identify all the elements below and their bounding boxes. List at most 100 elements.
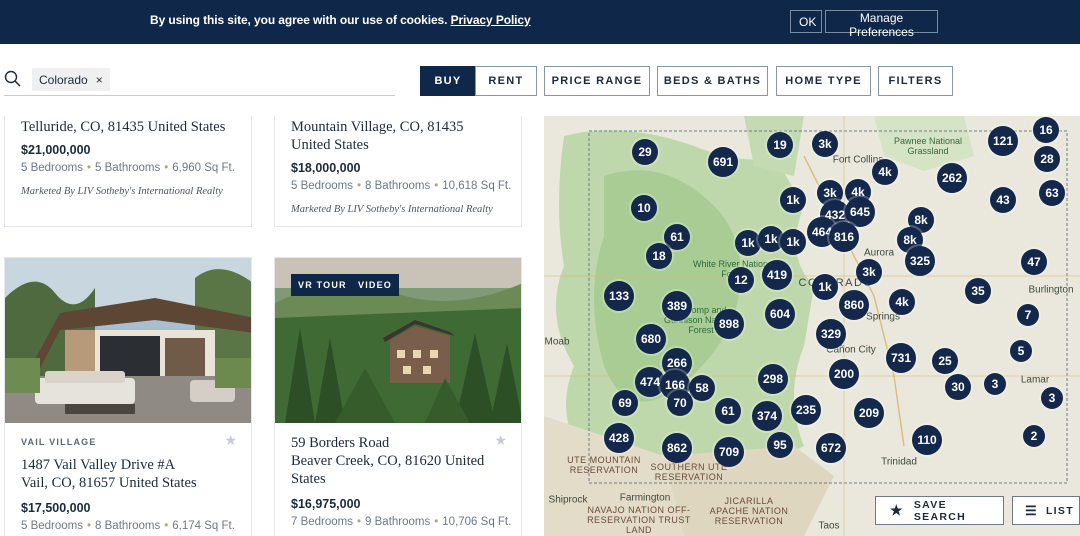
rent-tab[interactable]: RENT [475,66,537,96]
list-view-button[interactable]: ☰ LIST [1012,496,1080,525]
map-cluster-marker[interactable]: 680 [636,324,666,354]
map-cluster-marker[interactable]: 3k [812,131,838,157]
map-cluster-marker[interactable]: 3 [984,373,1006,395]
map-label-shiprock: Shiprock [548,494,588,506]
remove-chip-icon[interactable]: × [96,73,103,87]
map-cluster-marker[interactable]: 862 [662,433,692,463]
listing-address: 59 Borders Road Beaver Creek, CO, 81620 … [291,434,484,488]
map-cluster-marker[interactable]: 200 [829,359,859,389]
map-cluster-marker[interactable]: 262 [937,163,967,193]
map-cluster-marker[interactable]: 10 [631,195,657,221]
map-cluster-marker[interactable]: 7 [1017,304,1039,326]
filters-button[interactable]: FILTERS [878,66,953,96]
manage-preferences-button[interactable]: Manage Preferences [825,10,938,39]
map-cluster-marker[interactable]: 19 [767,132,793,158]
map-cluster-marker[interactable]: 2 [1023,425,1045,447]
map-cluster-marker[interactable]: 816 [829,222,859,252]
listing-card[interactable]: VR TOUR VIDEO ★ 59 Borders Road Beaver C… [274,257,522,536]
map-cluster-marker[interactable]: 18 [646,243,672,269]
beds-baths-button[interactable]: BEDS & BATHS [657,66,768,96]
map-cluster-marker[interactable]: 325 [905,246,935,276]
listing-specs: 5 Bedrooms • 8 Bathrooms • 6,174 Sq Ft. [21,520,235,532]
cookie-ok-button[interactable]: OK [790,10,822,33]
map-cluster-marker[interactable]: 12 [728,267,754,293]
map-cluster-marker[interactable]: 29 [632,139,658,165]
map-cluster-marker[interactable]: 61 [715,398,741,424]
sqft-value: 10,618 Sq Ft. [442,180,512,192]
map-cluster-marker[interactable]: 898 [714,309,744,339]
listings-panel: Telluride, CO, 81435 United States $21,0… [0,116,544,536]
map-cluster-marker[interactable]: 35 [965,278,991,304]
map-cluster-marker[interactable]: 70 [667,390,693,416]
map-cluster-marker[interactable]: 63 [1039,180,1065,206]
map-cluster-marker[interactable]: 374 [752,401,782,431]
favorite-star-icon[interactable]: ★ [494,432,507,449]
listing-address: 1487 Vail Valley Drive #A Vail, CO, 8165… [21,456,197,492]
listing-card[interactable]: Mountain Village, CO, 81435 United State… [274,116,522,227]
baths-count: 5 Bathrooms [95,162,161,174]
map-cluster-marker[interactable]: 95 [767,432,793,458]
map-label-navajo: NAVAJO NATION OFF-RESERVATION TRUST LAND [587,505,691,535]
vr-tour-badge[interactable]: VR TOUR [291,274,354,296]
price-range-button[interactable]: PRICE RANGE [544,66,650,96]
home-type-button[interactable]: HOME TYPE [776,66,871,96]
sqft-value: 10,706 Sq Ft. [442,516,512,528]
map-cluster-marker[interactable]: 329 [816,319,846,349]
map-label-trinidad: Trinidad [881,456,917,468]
favorite-star-icon[interactable]: ★ [224,432,237,449]
map-cluster-marker[interactable]: 419 [762,260,792,290]
map-cluster-marker[interactable]: 30 [945,374,971,400]
location-chip: Colorado × [32,68,110,91]
map-cluster-marker[interactable]: 604 [765,299,795,329]
listing-price: $21,000,000 [21,143,91,157]
beds-count: 7 Bedrooms [291,516,354,528]
map-cluster-marker[interactable]: 43 [990,187,1016,213]
video-badge[interactable]: VIDEO [351,274,400,296]
baths-count: 8 Bathrooms [95,520,161,532]
location-chip-label: Colorado [39,73,88,87]
map-cluster-marker[interactable]: 1k [780,229,806,255]
map-cluster-marker[interactable]: 389 [662,291,692,321]
map-cluster-marker[interactable]: 121 [988,126,1018,156]
map-cluster-marker[interactable]: 235 [791,395,821,425]
address-line: United States [291,137,369,153]
map-cluster-marker[interactable]: 1k [780,187,806,213]
baths-count: 8 Bathrooms [365,180,431,192]
map-cluster-marker[interactable]: 672 [816,433,846,463]
save-search-button[interactable]: ★ SAVE SEARCH [875,496,1004,525]
buy-tab[interactable]: BUY [420,66,476,96]
privacy-policy-link[interactable]: Privacy Policy [451,13,531,27]
map-cluster-marker[interactable]: 691 [708,147,738,177]
map-cluster-marker[interactable]: 4k [872,159,898,185]
map-cluster-marker[interactable]: 69 [612,390,638,416]
map-cluster-marker[interactable]: 28 [1034,146,1060,172]
list-icon: ☰ [1025,502,1038,518]
map-label-farmington: Farmington [619,492,671,504]
map-cluster-marker[interactable]: 110 [912,425,942,455]
map-cluster-marker[interactable]: 3 [1041,387,1063,409]
listing-photo[interactable] [5,258,251,423]
address-line: 1487 Vail Valley Drive #A [21,457,176,473]
address-line: Beaver Creek, CO, 81620 United [291,453,485,469]
listing-card[interactable]: VAIL VILLAGE ★ 1487 Vail Valley Drive #A… [4,257,252,536]
map-view[interactable]: Fort Collins Pawnee National Grassland W… [544,116,1080,536]
map-cluster-marker[interactable]: 16 [1033,117,1059,143]
map-cluster-marker[interactable]: 860 [839,290,869,320]
map-cluster-marker[interactable]: 731 [886,343,916,373]
listing-price: $16,975,000 [291,497,361,511]
map-cluster-marker[interactable]: 1k [735,230,761,256]
map-cluster-marker[interactable]: 133 [604,281,634,311]
map-cluster-marker[interactable]: 47 [1021,249,1047,275]
listing-card[interactable]: Telluride, CO, 81435 United States $21,0… [4,116,252,227]
map-cluster-marker[interactable]: 5 [1010,340,1032,362]
search-icon[interactable] [4,70,22,88]
map-cluster-marker[interactable]: 209 [854,398,884,428]
map-cluster-marker[interactable]: 58 [689,375,715,401]
map-cluster-marker[interactable]: 298 [758,364,788,394]
map-cluster-marker[interactable]: 428 [604,423,634,453]
map-cluster-marker[interactable]: 709 [714,437,744,467]
map-cluster-marker[interactable]: 25 [932,348,958,374]
map-cluster-marker[interactable]: 4k [889,289,915,315]
map-cluster-marker[interactable]: 1k [812,274,838,300]
map-cluster-marker[interactable]: 3k [856,259,882,285]
